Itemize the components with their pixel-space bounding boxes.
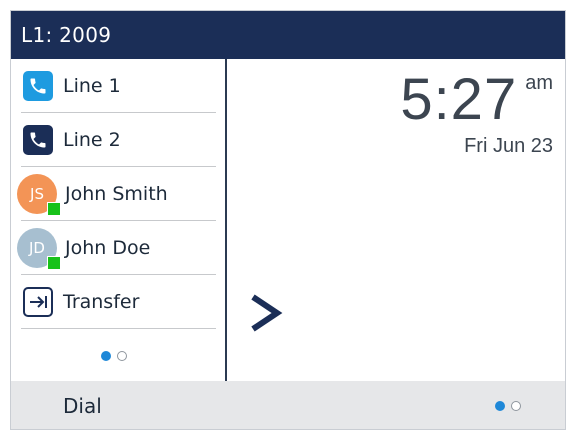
page-dot-inactive [511,401,521,411]
clock: 5:27 am Fri Jun 23 [400,71,553,158]
page-dot-active [101,351,111,361]
contact-name: John Smith [65,182,168,205]
clock-time: 5:27 [400,67,518,132]
status-header: L1: 2009 [11,11,565,59]
transfer-label: Transfer [63,290,140,313]
contact-name: John Doe [65,236,151,259]
softkey-bar: Dial [11,381,565,429]
avatar-initials: JD [29,238,45,257]
phone-icon [23,70,53,101]
speed-dial-john-doe[interactable]: JD John Doe [17,221,216,275]
clock-ampm: am [525,72,553,94]
screen-page-indicator [495,401,521,411]
chevron-right-icon[interactable] [247,293,283,333]
transfer-key[interactable]: Transfer [21,275,216,329]
key-page-indicator [101,351,127,361]
presence-available-icon [47,255,61,270]
avatar-initials: JS [30,184,44,203]
page-dot-active [495,401,505,411]
page-dot-inactive [117,351,127,361]
dial-softkey[interactable]: Dial [63,394,102,418]
speed-dial-john-smith[interactable]: JS John Smith [17,167,216,221]
presence-available-icon [47,201,61,216]
transfer-arrow-icon [23,286,53,317]
contact-avatar: JS [17,173,61,216]
line-key-line-1[interactable]: Line 1 [21,59,216,113]
line-key-line-2[interactable]: Line 2 [21,113,216,167]
header-title: L1: 2009 [21,23,112,47]
programmable-keys-panel: Line 1 Line 2 JS John Smith JD John Doe [11,59,227,381]
phone-icon [23,124,53,155]
phone-screen: L1: 2009 Line 1 Line 2 JS John Smith JD [10,10,566,430]
line-key-label: Line 1 [63,74,121,97]
clock-date: Fri Jun 23 [464,135,553,157]
contact-avatar: JD [17,227,61,270]
line-key-label: Line 2 [63,128,121,151]
